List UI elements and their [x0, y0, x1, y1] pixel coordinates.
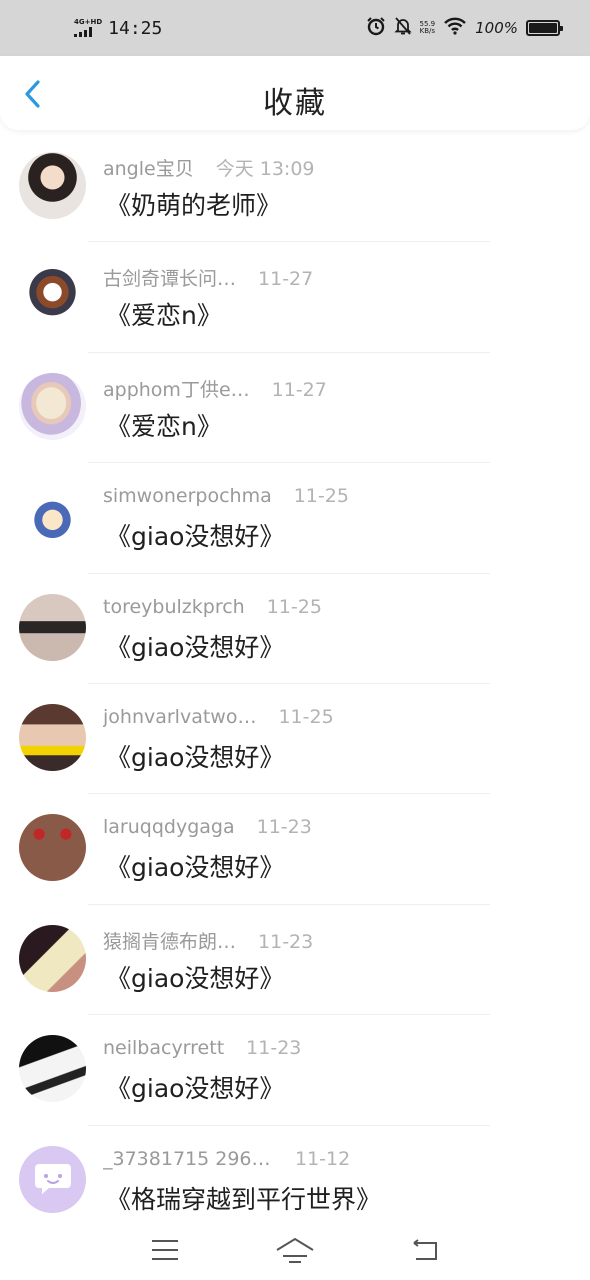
work-title[interactable]: 《格瑞穿越到平行世界》 [106, 1180, 381, 1216]
status-left: 4G+HD 14:25 [74, 18, 162, 39]
menu-icon [152, 1240, 178, 1260]
avatar[interactable] [19, 814, 86, 882]
mute-bell-icon [393, 16, 412, 40]
timestamp: 11-25 [278, 705, 334, 728]
list-item[interactable]: simwonerpochma 11-25 《giao没想好》 [0, 463, 590, 574]
system-nav-bar [0, 1220, 590, 1280]
wifi-icon [443, 17, 467, 39]
page-title: 收藏 [263, 86, 327, 121]
battery-icon [526, 20, 563, 36]
work-title[interactable]: 《爱恋n》 [106, 407, 222, 443]
timestamp: 11-25 [266, 595, 322, 618]
list-item[interactable]: laruqqdygaga 11-23 《giao没想好》 [0, 794, 590, 905]
timestamp: 11-25 [293, 485, 349, 508]
speed-unit: KB/s [419, 27, 436, 35]
timestamp: 11-23 [256, 816, 312, 839]
alarm-icon [366, 16, 386, 40]
avatar[interactable] [19, 1145, 86, 1213]
timestamp: 今天 13:09 [215, 158, 315, 180]
list-item[interactable]: apphom丁供e… 11-27 《爱恋n》 [0, 353, 590, 464]
network-speed: 55.9 KB/s [419, 20, 436, 36]
list-item[interactable]: toreybulzkprch 11-25 《giao没想好》 [0, 574, 590, 684]
title-bar: 收藏 [0, 56, 590, 130]
username[interactable]: 古剑奇谭长问… [103, 264, 236, 291]
work-title[interactable]: 《giao没想好》 [106, 848, 284, 884]
avatar[interactable] [19, 372, 86, 440]
username[interactable]: johnvarlvatwo… [103, 706, 256, 728]
timestamp: 11-12 [295, 1147, 351, 1170]
status-time: 14:25 [108, 17, 163, 39]
work-title[interactable]: 《giao没想好》 [106, 517, 284, 553]
timestamp: 11-27 [271, 378, 327, 401]
menu-button[interactable] [143, 1228, 187, 1272]
list-item[interactable]: angle宝贝 今天 13:09 《奶萌的老师》 [0, 132, 590, 243]
work-title[interactable]: 《giao没想好》 [106, 959, 284, 995]
username[interactable]: _37381715 2964… [103, 1148, 273, 1170]
favorites-list: angle宝贝 今天 13:09 《奶萌的老师》 古剑奇谭长问… 11-27 《… [0, 132, 590, 1236]
status-right: 55.9 KB/s 100% [366, 16, 563, 40]
username[interactable]: toreybulzkprch [103, 596, 245, 618]
avatar[interactable] [19, 483, 86, 551]
list-item[interactable]: 猿搁肯德布朗… 11-23 《giao没想好》 [0, 905, 590, 1016]
avatar[interactable] [19, 924, 86, 992]
list-item[interactable]: johnvarlvatwo… 11-25 《giao没想好》 [0, 684, 590, 795]
username[interactable]: apphom丁供e… [103, 375, 250, 402]
status-bar: 4G+HD 14:25 55.9 KB/s 100% [0, 0, 590, 56]
work-title[interactable]: 《爱恋n》 [106, 296, 222, 332]
back-nav-button[interactable] [403, 1228, 447, 1272]
work-title[interactable]: 《奶萌的老师》 [106, 186, 281, 222]
network-label: 4G+HD [74, 18, 103, 26]
avatar[interactable] [19, 703, 86, 771]
battery-percent: 100% [475, 19, 518, 37]
signal-icon: 4G+HD [74, 19, 102, 37]
avatar[interactable] [19, 262, 86, 330]
work-title[interactable]: 《giao没想好》 [106, 1069, 284, 1105]
username[interactable]: neilbacyrrett [103, 1037, 224, 1059]
username[interactable]: simwonerpochma [103, 485, 272, 507]
username[interactable]: laruqqdygaga [103, 816, 235, 838]
timestamp: 11-23 [246, 1037, 302, 1060]
username[interactable]: 猿搁肯德布朗… [103, 927, 236, 954]
chat-bubble-icon [34, 1164, 71, 1195]
timestamp: 11-23 [258, 930, 314, 953]
timestamp: 11-27 [258, 268, 314, 291]
list-item[interactable]: neilbacyrrett 11-23 《giao没想好》 [0, 1015, 590, 1126]
list-item[interactable]: 古剑奇谭长问… 11-27 《爱恋n》 [0, 242, 590, 353]
avatar[interactable] [19, 152, 86, 219]
home-icon [276, 1237, 314, 1263]
avatar[interactable] [19, 1035, 86, 1103]
home-button[interactable] [273, 1228, 317, 1272]
avatar[interactable] [19, 593, 86, 661]
work-title[interactable]: 《giao没想好》 [106, 628, 284, 664]
username[interactable]: angle宝贝 [103, 154, 194, 181]
work-title[interactable]: 《giao没想好》 [106, 738, 284, 774]
back-icon [413, 1239, 437, 1260]
